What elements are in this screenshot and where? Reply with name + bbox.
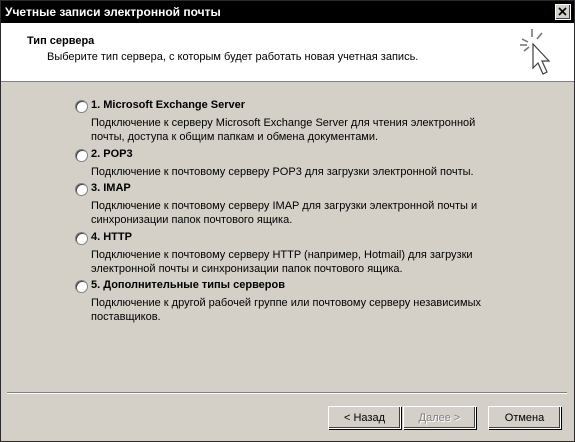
option-description: Подключение к почтовому серверу IMAP для… bbox=[91, 200, 478, 226]
option-description: Подключение к другой рабочей группе или … bbox=[91, 297, 482, 323]
close-icon bbox=[558, 7, 567, 16]
radio-http[interactable] bbox=[75, 232, 88, 245]
option-description: Подключение к серверу Microsoft Exchange… bbox=[91, 117, 476, 143]
page-subtitle: Выберите тип сервера, с которым будет ра… bbox=[47, 51, 419, 63]
window-title: Учетные записи электронной почты bbox=[5, 5, 221, 19]
option-description: Подключение к почтовому серверу POP3 для… bbox=[91, 166, 474, 178]
title-bar: Учетные записи электронной почты bbox=[1, 1, 574, 23]
footer-divider bbox=[7, 392, 567, 394]
radio-pop3[interactable] bbox=[75, 149, 88, 162]
option-label: 2. POP3 bbox=[91, 148, 133, 160]
option-description: Подключение к почтовому серверу HTTP (на… bbox=[91, 249, 473, 275]
radio-other-servers[interactable] bbox=[75, 280, 88, 293]
wizard-header: Тип сервера Выберите тип сервера, с кото… bbox=[1, 23, 574, 82]
radio-exchange[interactable] bbox=[75, 100, 88, 113]
option-label: 4. HTTP bbox=[91, 231, 132, 243]
close-button[interactable] bbox=[555, 4, 571, 20]
back-button[interactable]: < Назад bbox=[328, 406, 401, 429]
server-type-panel: 1. Microsoft Exchange Server Подключение… bbox=[1, 82, 574, 392]
page-title: Тип сервера bbox=[27, 35, 95, 47]
option-label: 5. Дополнительные типы серверов bbox=[91, 279, 286, 291]
option-label: 3. IMAP bbox=[91, 182, 131, 194]
cursor-sparkle-icon bbox=[520, 29, 551, 75]
radio-imap[interactable] bbox=[75, 183, 88, 196]
cancel-button[interactable]: Отмена bbox=[488, 406, 561, 429]
option-label: 1. Microsoft Exchange Server bbox=[91, 99, 246, 111]
next-button[interactable]: Далее > bbox=[403, 406, 476, 429]
account-wizard-window: Учетные записи электронной почты Тип сер… bbox=[0, 0, 575, 442]
